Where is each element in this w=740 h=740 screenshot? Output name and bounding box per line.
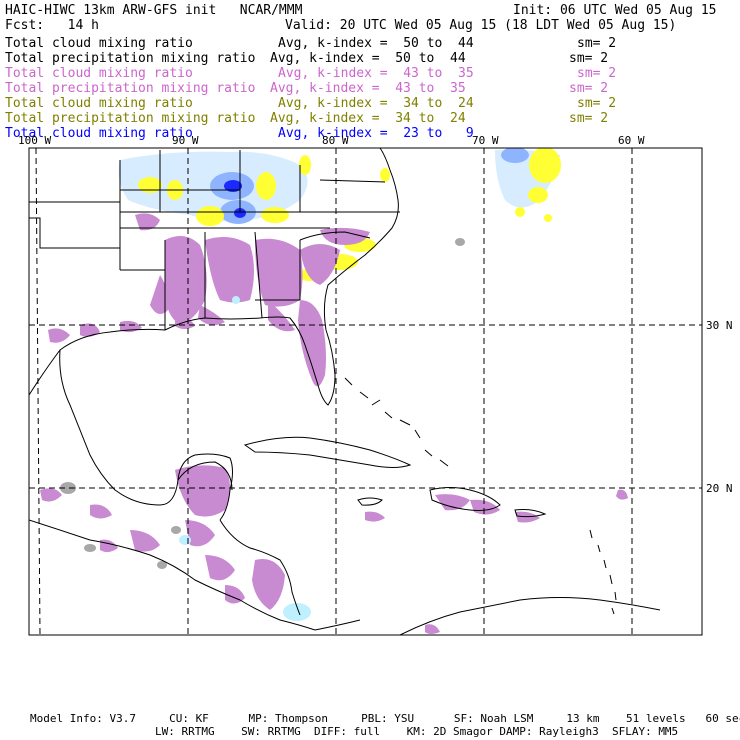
- lon-label-90w: 90 W: [172, 134, 199, 147]
- cloud-blue-core: [501, 148, 529, 163]
- model-info-line2: LW: RRTMG SW: RRTMG DIFF: full KM: 2D Sm…: [155, 725, 679, 738]
- lat-label-20n: 20 N: [706, 482, 733, 495]
- lon-label-70w: 70 W: [472, 134, 499, 147]
- lat-label-30n: 30 N: [706, 319, 733, 332]
- meridian-100w: [35, 147, 41, 636]
- coastlines: [29, 148, 661, 635]
- precip-purple-regions: [40, 465, 628, 634]
- lon-label-60w: 60 W: [618, 134, 645, 147]
- map-frame: [28, 147, 703, 636]
- cyan-regions: [179, 296, 311, 621]
- map-canvas: [28, 147, 703, 636]
- precip-purple-regions: [48, 213, 370, 387]
- graticule: [29, 147, 702, 636]
- lon-label-80w: 80 W: [322, 134, 349, 147]
- lon-label-100w: 100 W: [18, 134, 52, 147]
